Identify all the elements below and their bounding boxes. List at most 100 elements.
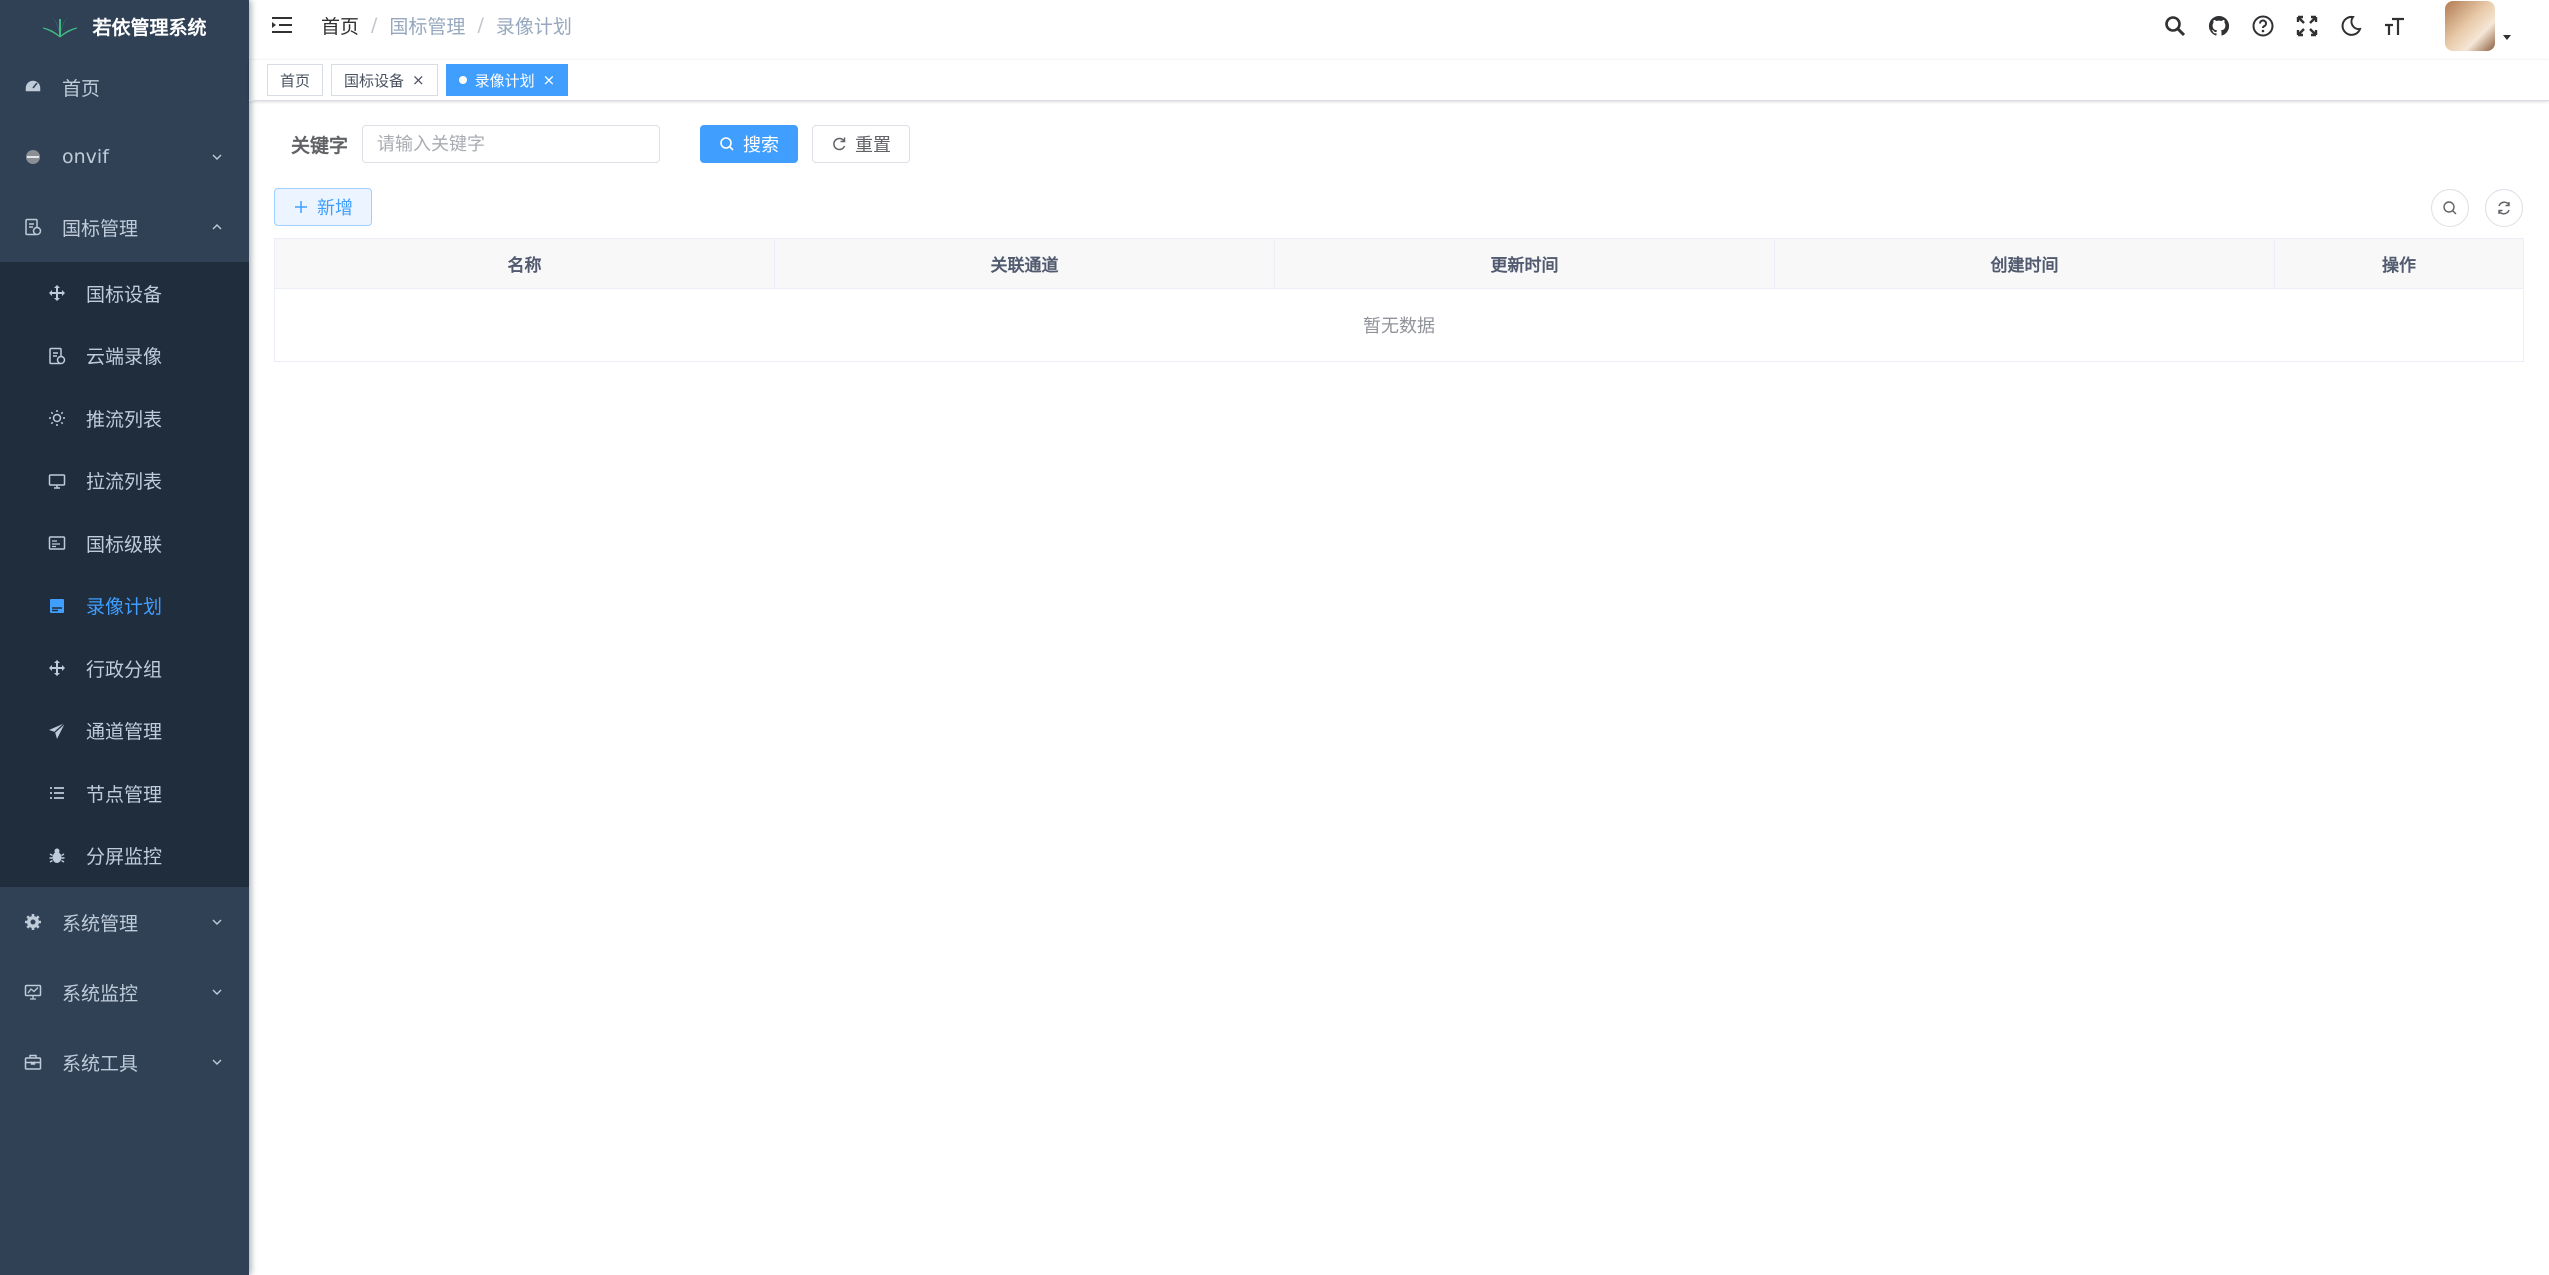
sidebar-item-label: 行政分组 bbox=[86, 658, 163, 681]
sidebar-item-split-monitor[interactable]: 分屏监控 bbox=[0, 825, 249, 888]
sidebar-item-system-tools[interactable]: 系统工具 bbox=[0, 1027, 249, 1097]
breadcrumb-separator: / bbox=[477, 14, 484, 36]
font-size-icon[interactable] bbox=[2383, 14, 2407, 38]
sidebar-item-gb-management[interactable]: 国标管理 bbox=[0, 192, 249, 262]
table-header: 名称 关联通道 更新时间 创建时间 操作 bbox=[275, 239, 2523, 289]
sidebar-item-system-monitor[interactable]: 系统监控 bbox=[0, 957, 249, 1027]
card-icon bbox=[48, 534, 66, 552]
sidebar-item-record-plan[interactable]: 录像计划 bbox=[0, 575, 249, 638]
chevron-down-icon bbox=[212, 154, 222, 160]
breadcrumb: 首页 / 国标管理 / 录像计划 bbox=[321, 12, 572, 39]
toggle-search-button[interactable] bbox=[2431, 189, 2469, 227]
monitor-icon bbox=[24, 983, 42, 1001]
chevron-up-icon bbox=[212, 224, 222, 230]
reset-button[interactable]: 重置 bbox=[812, 125, 911, 163]
tag-record-plan[interactable]: 录像计划 × bbox=[445, 64, 569, 96]
sidebar-item-label: 系统监控 bbox=[62, 982, 139, 1005]
chevron-down-icon bbox=[212, 919, 222, 925]
dashboard-icon bbox=[24, 78, 42, 96]
screen-icon bbox=[48, 472, 66, 490]
question-icon[interactable] bbox=[2251, 14, 2275, 38]
sidebar-item-node-management[interactable]: 节点管理 bbox=[0, 762, 249, 825]
main-content: 关键字 搜索 重置 新增 名称 关联通道 更新时间 创建时间 操作 暂无数据 bbox=[249, 101, 2549, 1275]
github-icon[interactable] bbox=[2207, 14, 2231, 38]
list-icon bbox=[48, 784, 66, 802]
move-icon bbox=[48, 659, 66, 677]
breadcrumb-item-record-plan: 录像计划 bbox=[495, 15, 572, 38]
add-button[interactable]: 新增 bbox=[274, 188, 372, 226]
document-icon bbox=[24, 218, 42, 236]
tags-view: 首页 国标设备 × 录像计划 × bbox=[249, 60, 2549, 101]
keyword-input[interactable] bbox=[362, 125, 661, 163]
fullscreen-icon[interactable] bbox=[2295, 14, 2319, 38]
close-icon[interactable]: × bbox=[543, 71, 556, 89]
tag-label: 录像计划 bbox=[474, 71, 535, 90]
search-icon[interactable] bbox=[2163, 14, 2187, 38]
sidebar-item-gb-device[interactable]: 国标设备 bbox=[0, 262, 249, 325]
sidebar-item-label: 首页 bbox=[62, 77, 101, 100]
sidebar-item-channel-management[interactable]: 通道管理 bbox=[0, 700, 249, 763]
column-header-create-time: 创建时间 bbox=[1775, 239, 2275, 288]
navbar: 首页 / 国标管理 / 录像计划 bbox=[249, 0, 2549, 52]
sidebar-item-admin-group[interactable]: 行政分组 bbox=[0, 637, 249, 700]
keyword-label: 关键字 bbox=[291, 134, 349, 157]
active-dot bbox=[458, 76, 467, 84]
sidebar-item-push-list[interactable]: 推流列表 bbox=[0, 387, 249, 450]
sidebar-item-system-management[interactable]: 系统管理 bbox=[0, 887, 249, 957]
send-icon bbox=[48, 722, 66, 740]
moon-icon[interactable] bbox=[2339, 14, 2363, 38]
reset-button-label: 重置 bbox=[855, 135, 892, 156]
sidebar-item-label: 国标管理 bbox=[62, 217, 139, 240]
sidebar-item-home[interactable]: 首页 bbox=[0, 52, 249, 122]
search-icon bbox=[2443, 201, 2457, 215]
search-button-label: 搜索 bbox=[743, 135, 780, 156]
chevron-down-icon bbox=[212, 989, 222, 995]
onvif-icon bbox=[24, 148, 42, 166]
column-header-actions: 操作 bbox=[2382, 256, 2416, 276]
sidebar-item-label: 节点管理 bbox=[86, 783, 163, 806]
move-icon bbox=[48, 284, 66, 302]
sidebar-item-label: onvif bbox=[62, 146, 109, 168]
sidebar-item-cloud-record[interactable]: 云端录像 bbox=[0, 325, 249, 388]
hamburger-icon[interactable] bbox=[271, 14, 293, 36]
search-button[interactable]: 搜索 bbox=[700, 125, 799, 163]
sun-icon bbox=[48, 409, 66, 427]
tag-gb-device[interactable]: 国标设备 × bbox=[331, 64, 438, 96]
avatar[interactable] bbox=[2445, 1, 2495, 51]
sidebar-item-label: 国标设备 bbox=[86, 283, 163, 306]
logo[interactable]: 若依管理系统 bbox=[0, 0, 249, 52]
refresh-icon bbox=[2498, 201, 2510, 215]
gear-icon bbox=[24, 913, 42, 931]
sidebar-item-pull-list[interactable]: 拉流列表 bbox=[0, 450, 249, 513]
plus-icon bbox=[295, 201, 307, 213]
column-header-channel: 关联通道 bbox=[775, 239, 1275, 288]
calendar-icon bbox=[48, 597, 66, 615]
tag-label: 首页 bbox=[280, 71, 311, 90]
sidebar: 若依管理系统 首页 onvif 国标管理 国标设备 云端录像 推流列表 拉流列表… bbox=[0, 0, 249, 1275]
chevron-down-icon bbox=[212, 1059, 222, 1065]
right-toolbar bbox=[2431, 189, 2523, 227]
breadcrumb-item-home[interactable]: 首页 bbox=[321, 12, 359, 39]
empty-text: 暂无数据 bbox=[1363, 316, 1435, 337]
app-title: 若依管理系统 bbox=[92, 16, 207, 39]
column-header-update-time: 更新时间 bbox=[1275, 239, 1775, 288]
sidebar-item-label: 系统管理 bbox=[62, 912, 139, 935]
sidebar-item-onvif[interactable]: onvif bbox=[0, 122, 249, 192]
avatar-wrapper[interactable] bbox=[2427, 1, 2513, 51]
sidebar-item-label: 分屏监控 bbox=[86, 846, 163, 869]
sidebar-item-label: 拉流列表 bbox=[86, 471, 163, 494]
refresh-icon bbox=[833, 137, 846, 151]
sidebar-item-gb-cascade[interactable]: 国标级联 bbox=[0, 512, 249, 575]
search-form: 关键字 搜索 重置 bbox=[291, 125, 911, 163]
navbar-right-menu bbox=[2163, 0, 2513, 52]
refresh-button[interactable] bbox=[2485, 189, 2523, 227]
tag-home[interactable]: 首页 bbox=[267, 64, 324, 96]
sidebar-item-label: 通道管理 bbox=[86, 721, 163, 744]
breadcrumb-item-gb-management: 国标管理 bbox=[389, 15, 466, 38]
close-icon[interactable]: × bbox=[412, 71, 425, 89]
sidebar-item-label: 录像计划 bbox=[86, 596, 163, 619]
sidebar-item-label: 云端录像 bbox=[86, 346, 163, 369]
tag-label: 国标设备 bbox=[344, 71, 405, 90]
add-button-label: 新增 bbox=[317, 198, 353, 219]
logo-icon bbox=[43, 16, 78, 38]
